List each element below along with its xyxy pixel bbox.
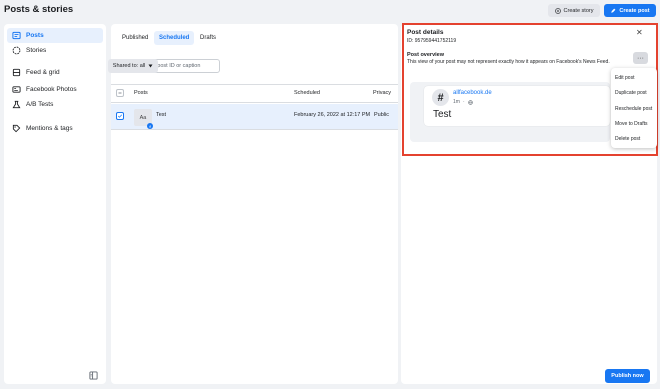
- feed-grid-icon: [12, 68, 21, 77]
- sidebar-item-label: Posts: [26, 32, 44, 39]
- post-overview-text: This view of your post may not represent…: [407, 59, 610, 65]
- sidebar-item-posts[interactable]: Posts: [7, 28, 103, 43]
- page-name: allfacebook.de: [453, 90, 492, 96]
- sidebar: Posts Stories Feed & grid Facebook Photo…: [4, 24, 106, 384]
- sidebar-item-label: Feed & grid: [26, 69, 60, 76]
- post-title[interactable]: Test: [156, 112, 166, 118]
- row-checkbox[interactable]: [116, 112, 124, 120]
- ellipsis-icon: ···: [637, 54, 644, 62]
- post-details-title: Post details: [407, 29, 444, 36]
- table-row[interactable]: Aa f Test February 26, 2022 at 12:17 PM …: [111, 104, 398, 130]
- close-icon[interactable]: ✕: [636, 28, 643, 37]
- sidebar-item-ab-tests[interactable]: A/B Tests: [7, 97, 103, 112]
- create-post-label: Create post: [619, 7, 650, 14]
- column-header-scheduled[interactable]: Scheduled: [294, 90, 320, 96]
- sidebar-item-facebook-photos[interactable]: Facebook Photos: [7, 82, 103, 97]
- menu-item-duplicate-post[interactable]: Duplicate post: [615, 90, 647, 96]
- more-options-button[interactable]: ···: [633, 52, 648, 64]
- sidebar-item-feed-grid[interactable]: Feed & grid: [7, 65, 103, 80]
- stories-icon: [12, 46, 21, 55]
- ab-test-icon: [12, 100, 21, 109]
- table-area: Posts Scheduled Privacy Aa f Test Februa…: [111, 24, 398, 384]
- edit-icon: [611, 8, 616, 13]
- collapse-sidebar-icon[interactable]: [89, 371, 98, 380]
- menu-item-move-to-drafts[interactable]: Move to Drafts: [615, 121, 648, 127]
- page-title: Posts & stories: [4, 4, 74, 15]
- post-id: ID: 957959441752119: [407, 38, 457, 44]
- tag-icon: [12, 124, 21, 133]
- thumbnail-text: Aa: [139, 114, 147, 121]
- post-options-menu: Edit post Duplicate post Reschedule post…: [611, 68, 657, 148]
- create-story-button[interactable]: Create story: [548, 4, 600, 17]
- post-meta: 1m ·: [453, 99, 473, 105]
- scheduled-date: February 26, 2022 at 12:17 PM: [294, 112, 371, 118]
- create-story-label: Create story: [563, 7, 594, 14]
- column-header-posts[interactable]: Posts: [134, 90, 148, 96]
- top-bar: Posts & stories Create story Create post: [0, 0, 660, 20]
- sidebar-item-label: Facebook Photos: [26, 86, 77, 93]
- privacy-value: Public: [374, 112, 389, 118]
- facebook-icon: f: [147, 123, 153, 129]
- sidebar-item-mentions-tags[interactable]: Mentions & tags: [7, 121, 103, 136]
- sidebar-item-label: A/B Tests: [26, 101, 54, 108]
- select-all-checkbox[interactable]: [116, 89, 124, 97]
- post-time: 1m: [453, 99, 460, 105]
- preview-post-text: Test: [433, 109, 452, 120]
- page-avatar: #: [432, 89, 449, 106]
- preview-card: [424, 86, 610, 126]
- column-header-privacy[interactable]: Privacy: [373, 90, 391, 96]
- post-overview-title: Post overview: [407, 52, 444, 58]
- photos-icon: [12, 85, 21, 94]
- menu-item-reschedule-post[interactable]: Reschedule post: [615, 106, 652, 112]
- sidebar-item-label: Stories: [26, 47, 47, 54]
- menu-item-edit-post[interactable]: Edit post: [615, 75, 634, 81]
- posts-icon: [12, 31, 21, 40]
- create-post-button[interactable]: Create post: [604, 4, 656, 17]
- globe-icon: [467, 99, 473, 105]
- table-header: Posts Scheduled Privacy: [111, 84, 398, 103]
- menu-item-delete-post[interactable]: Delete post: [615, 136, 640, 142]
- sidebar-item-label: Mentions & tags: [26, 125, 73, 132]
- plus-circle-icon: [554, 7, 561, 14]
- sidebar-item-stories[interactable]: Stories: [7, 43, 103, 58]
- publish-now-button[interactable]: Publish now: [605, 369, 650, 383]
